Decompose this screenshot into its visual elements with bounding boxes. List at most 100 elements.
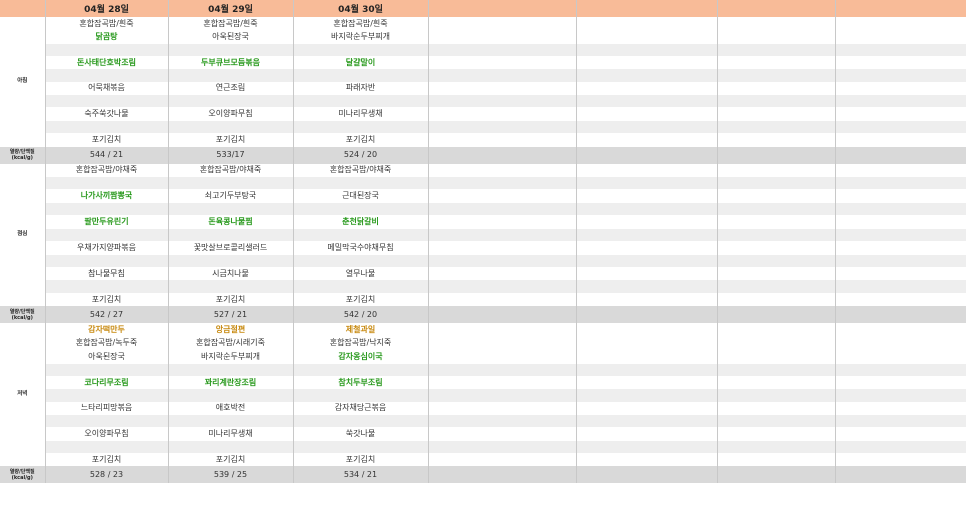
meal-plan-body: 아침 혼합잡곡밥/흰죽 혼합잡곡밥/흰죽 혼합잡곡밥/흰죽 닭곰탕 아욱된장국 바지락순두부… [0,17,966,484]
empty-cell [45,43,169,57]
empty-cell [717,466,836,484]
empty-cell [428,389,577,402]
totals-value: 524 / 20 [293,146,429,164]
empty-cell [576,228,718,242]
empty-cell [576,163,718,177]
empty-cell [717,427,836,441]
menu-item: 혼합잡곡밥/녹두죽 [45,336,169,351]
empty-cell [717,306,836,324]
menu-row: 느타리피망볶음 애호박전 감자채당근볶음 [0,401,966,415]
empty-cell [717,81,836,96]
empty-cell [717,375,836,390]
empty-cell [835,95,966,108]
spacer-row [0,389,966,402]
empty-cell [717,202,836,216]
menu-item: 포기김치 [45,133,169,147]
menu-row: 숙주쑥갓나물 오이양파무침 미나리무생채 [0,107,966,121]
empty-cell [428,427,577,441]
menu-item: 어묵채볶음 [45,81,169,96]
empty-cell [835,267,966,281]
empty-cell [576,189,718,203]
meal-label: 아침 [0,17,46,147]
empty-cell [168,69,294,82]
empty-cell [835,17,966,31]
menu-row: 어묵채볶음 연근조림 파래자반 [0,81,966,96]
menu-item: 연근조림 [168,81,294,96]
empty-cell [717,350,836,364]
menu-item: 오이양파무침 [168,107,294,121]
menu-item: 앙금절편 [168,323,294,337]
empty-cell [835,363,966,376]
menu-row: 아욱된장국 바지락순두부찌개 감자옹심이국 [0,350,966,364]
empty-cell [168,440,294,453]
menu-item: 포기김치 [293,133,429,147]
menu-item: 포기김치 [293,452,429,467]
empty-cell [717,401,836,415]
empty-cell [717,146,836,164]
empty-cell [717,56,836,70]
date-header [576,0,718,17]
meal-plan-table: 04월 28일 04월 29일 04월 30일 아침 혼합잡곡밥/흰죽 혼합잡곡밥/… [0,0,966,484]
empty-cell [835,389,966,402]
empty-cell [293,389,429,402]
menu-row: 포기김치 포기김치 포기김치 [0,292,966,307]
menu-item: 시금치나물 [168,267,294,281]
empty-cell [576,202,718,216]
menu-row: 팔만두유린기 돈육콩나물찜 춘천닭갈비 [0,215,966,229]
menu-item: 혼합잡곡밥/낙지죽 [293,336,429,351]
empty-cell [45,440,169,453]
totals-label: 열량/단백질 (kcal/g) [0,146,46,164]
menu-row: 코다리무조림 꽈리계란장조림 참치두부조림 [0,375,966,390]
meal-label: 저녁 [0,323,46,467]
totals-value: 527 / 21 [168,306,294,324]
empty-cell [428,336,577,351]
empty-cell [576,254,718,268]
empty-cell [717,241,836,255]
empty-cell [293,43,429,57]
empty-cell [717,228,836,242]
empty-cell [293,176,429,190]
empty-cell [717,292,836,307]
empty-cell [576,440,718,453]
empty-cell [168,120,294,134]
empty-cell [428,375,577,390]
empty-cell [835,189,966,203]
spacer-row [0,202,966,216]
empty-cell [576,350,718,364]
totals-value: 544 / 21 [45,146,169,164]
totals-value: 534 / 21 [293,466,429,484]
menu-item: 감자옹심이국 [293,350,429,364]
empty-cell [835,414,966,428]
empty-cell [293,414,429,428]
empty-cell [576,133,718,147]
totals-value: 533/17 [168,146,294,164]
spacer-row [0,43,966,57]
empty-cell [45,389,169,402]
empty-cell [576,466,718,484]
empty-cell [428,120,577,134]
empty-cell [293,440,429,453]
empty-cell [168,228,294,242]
menu-item: 애호박전 [168,401,294,415]
empty-cell [576,176,718,190]
empty-cell [428,350,577,364]
empty-cell [835,120,966,134]
empty-cell [835,81,966,96]
empty-cell [576,30,718,44]
empty-cell [168,95,294,108]
empty-cell [835,323,966,337]
empty-cell [293,280,429,293]
spacer-row [0,363,966,376]
menu-item: 달걀말이 [293,56,429,70]
empty-cell [835,107,966,121]
menu-row: 저녁 감자떡만두 앙금절편 제철과일 [0,323,966,467]
empty-cell [428,95,577,108]
empty-cell [576,120,718,134]
empty-cell [717,107,836,121]
empty-cell [717,414,836,428]
menu-item: 참치두부조림 [293,375,429,390]
menu-item: 느타리피망볶음 [45,401,169,415]
menu-item: 두부큐브모듬볶음 [168,56,294,70]
spacer-row [0,69,966,82]
menu-item: 돈육콩나물찜 [168,215,294,229]
